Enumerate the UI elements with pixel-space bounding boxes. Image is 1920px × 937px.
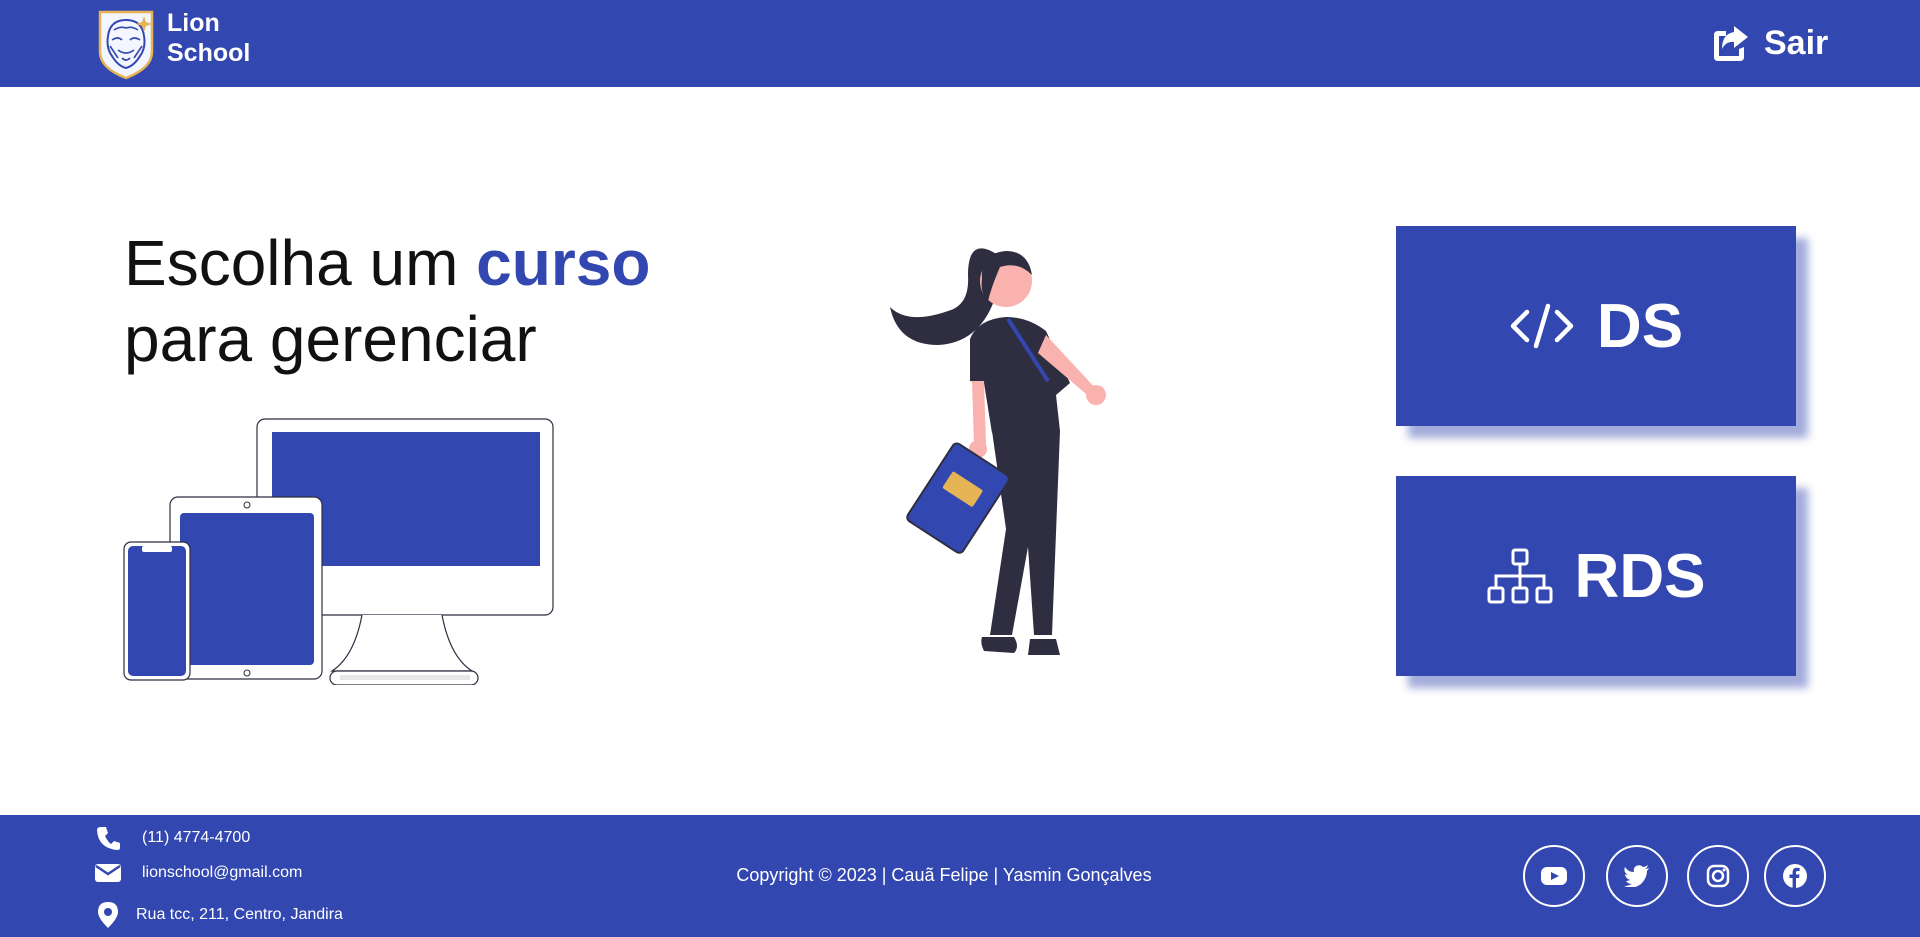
lion-logo-icon[interactable] <box>96 6 156 80</box>
code-icon <box>1510 303 1574 349</box>
share-square-icon <box>1714 26 1748 61</box>
phone-icon <box>94 825 122 851</box>
twitter-icon <box>1624 865 1649 887</box>
twitter-link[interactable] <box>1606 845 1668 907</box>
course-ds-label: DS <box>1596 291 1684 361</box>
main-content: Escolha um curso para gerenciar DS RDS <box>0 87 1920 815</box>
course-ds-button[interactable]: DS <box>1396 226 1796 426</box>
top-header: Lion School Sair <box>0 0 1920 87</box>
copyright-text: Copyright © 2023 | Cauã Felipe | Yasmin … <box>736 865 1152 885</box>
brand-line-2: School <box>167 39 251 67</box>
title-part-1: Escolha um <box>124 227 477 299</box>
map-pin-icon <box>94 901 122 929</box>
title-part-2: para gerenciar <box>124 303 537 375</box>
youtube-icon <box>1541 867 1567 885</box>
course-rds-label: RDS <box>1574 541 1706 611</box>
devices-illustration <box>123 418 554 685</box>
logout-button[interactable]: Sair <box>1710 20 1828 66</box>
brand-name: Lion School <box>167 8 250 68</box>
instagram-link[interactable] <box>1687 845 1749 907</box>
brand-line-1: Lion <box>167 9 220 37</box>
page-title: Escolha um curso para gerenciar <box>124 225 650 377</box>
contact-address: Rua tcc, 211, Centro, Jandira <box>94 901 343 929</box>
facebook-link[interactable] <box>1764 845 1826 907</box>
title-highlight: curso <box>476 227 651 299</box>
facebook-icon <box>1783 864 1807 888</box>
logout-label: Sair <box>1764 23 1829 62</box>
course-rds-button[interactable]: RDS <box>1396 476 1796 676</box>
girl-with-book-illustration <box>890 248 1106 655</box>
street-address: Rua tcc, 211, Centro, Jandira <box>136 906 343 923</box>
footer: (11) 4774-4700 lionschool@gmail.com Rua … <box>0 815 1920 937</box>
instagram-icon <box>1706 864 1730 888</box>
youtube-link[interactable] <box>1523 845 1585 907</box>
sitemap-icon <box>1487 548 1553 604</box>
phone-number: (11) 4774-4700 <box>142 829 251 846</box>
contact-phone: (11) 4774-4700 <box>94 825 250 851</box>
